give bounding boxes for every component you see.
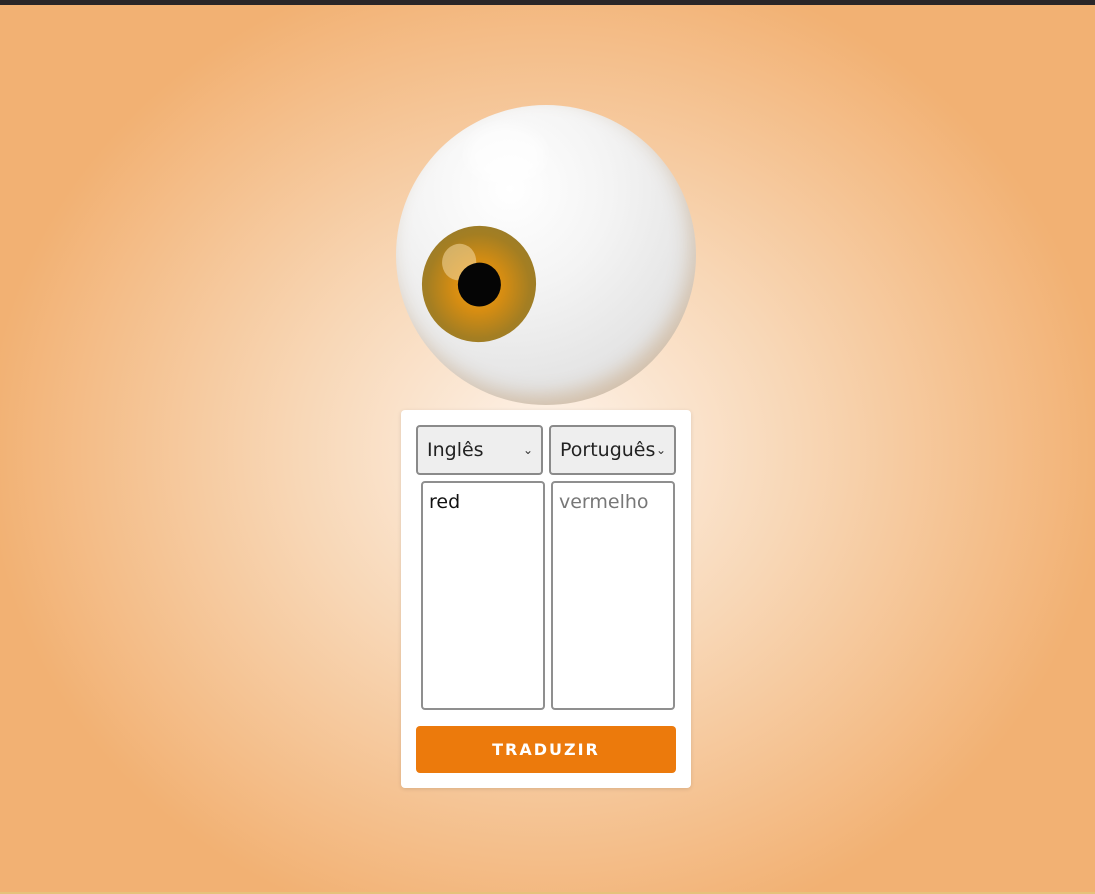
- chevron-down-icon: ⌄: [655, 443, 666, 457]
- source-language-value: Inglês: [427, 439, 484, 461]
- target-language-value: Português: [560, 439, 656, 461]
- translate-button[interactable]: TRADUZIR: [416, 726, 676, 773]
- eyeball-icon: [396, 105, 696, 405]
- chevron-down-icon: ⌄: [522, 443, 533, 457]
- translated-text-output[interactable]: vermelho: [551, 481, 675, 710]
- iris-icon: [411, 215, 547, 353]
- translator-card: Inglês ⌄ Português ⌄ red vermelho TRADUZ…: [401, 410, 691, 788]
- window-top-bar: [0, 0, 1095, 5]
- source-language-select[interactable]: Inglês ⌄: [416, 425, 543, 475]
- eyeball-shine: [466, 125, 546, 185]
- source-text-input[interactable]: red: [421, 481, 545, 710]
- target-language-select[interactable]: Português ⌄: [549, 425, 676, 475]
